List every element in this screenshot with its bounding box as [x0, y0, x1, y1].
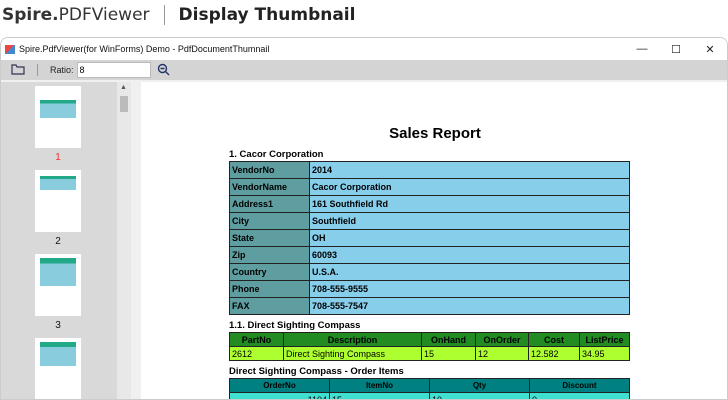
table-cell: Direct Sighting Compass	[283, 346, 422, 361]
table-cell: 1104	[229, 392, 330, 399]
thumbnail-page-2[interactable]	[35, 170, 81, 232]
app-icon	[5, 44, 15, 54]
field-value: 2014	[309, 161, 630, 179]
table-cell: 12	[475, 346, 529, 361]
maximize-button[interactable]: ☐	[659, 38, 693, 60]
section-heading: Direct Sighting Compass - Order Items	[229, 366, 404, 377]
table-cell: 15	[421, 346, 476, 361]
table-cell: 2612	[229, 346, 284, 361]
column-header: Cost	[528, 332, 580, 347]
table-cell: 0	[529, 392, 630, 399]
field-value: 708-555-7547	[309, 297, 630, 315]
document-view[interactable]: Sales Report 1. Cacor Corporation Vendor…	[141, 82, 727, 399]
toolbar: Ratio:	[1, 60, 727, 80]
thumbnail-page-1[interactable]	[35, 86, 81, 148]
thumbnail-page-4[interactable]	[35, 338, 81, 399]
ratio-label: Ratio:	[50, 65, 74, 75]
field-label: VendorName	[229, 178, 310, 196]
field-label: State	[229, 229, 310, 247]
order-items-table: OrderNo ItemNo Qty Discount 1104 15 10 0	[229, 378, 630, 399]
thumbnail-label: 1	[55, 152, 61, 163]
field-label: Phone	[229, 280, 310, 298]
report-title: Sales Report	[389, 125, 481, 142]
field-value: 708-555-9555	[309, 280, 630, 298]
field-label: Address1	[229, 195, 310, 213]
brand-logo: Spire.PDFViewer	[2, 5, 150, 25]
column-header: Description	[283, 332, 422, 347]
thumbnail-page-3[interactable]	[35, 254, 81, 316]
thumbnail-label: 2	[55, 236, 61, 247]
field-label: City	[229, 212, 310, 230]
table-row: Country U.S.A.	[229, 263, 630, 281]
column-header: ItemNo	[329, 378, 430, 393]
field-value: OH	[309, 229, 630, 247]
section-heading: 1. Cacor Corporation	[229, 149, 324, 160]
column-header: Discount	[529, 378, 630, 393]
column-header: OrderNo	[229, 378, 330, 393]
column-header: PartNo	[229, 332, 284, 347]
table-cell: 12.582	[528, 346, 580, 361]
table-row: State OH	[229, 229, 630, 247]
zoom-out-icon[interactable]	[157, 63, 170, 78]
close-button[interactable]: ✕	[693, 38, 727, 60]
column-header: Qty	[429, 378, 530, 393]
vendor-table: VendorNo 2014 VendorName Cacor Corporation A…	[229, 161, 630, 315]
table-row: City Southfield	[229, 212, 630, 230]
field-value: Cacor Corporation	[309, 178, 630, 196]
parts-table: PartNo Description OnHand OnOrder Cost ListPr…	[229, 332, 630, 361]
field-label: FAX	[229, 297, 310, 315]
table-row: VendorName Cacor Corporation	[229, 178, 630, 196]
open-folder-icon[interactable]	[11, 63, 25, 77]
page-header: Spire.PDFViewer Display Thumbnail	[0, 0, 355, 30]
field-value: Southfield	[309, 212, 630, 230]
field-value: 161 Southfield Rd	[309, 195, 630, 213]
window-title: Spire.PdfViewer(for WinForms) Demo - Pdf…	[19, 44, 270, 54]
field-label: Country	[229, 263, 310, 281]
field-value: 60093	[309, 246, 630, 264]
table-row: Phone 708-555-9555	[229, 280, 630, 298]
column-header: OnHand	[421, 332, 476, 347]
table-cell: 15	[329, 392, 430, 399]
table-row: FAX 708-555-7547	[229, 297, 630, 315]
page-title: Display Thumbnail	[178, 5, 356, 25]
scroll-up-icon[interactable]: ▲	[120, 84, 127, 91]
table-row: Address1 161 Southfield Rd	[229, 195, 630, 213]
column-header: ListPrice	[579, 332, 630, 347]
table-row: Zip 60093	[229, 246, 630, 264]
table-row: VendorNo 2014	[229, 161, 630, 179]
field-label: Zip	[229, 246, 310, 264]
title-bar: Spire.PdfViewer(for WinForms) Demo - Pdf…	[1, 38, 727, 60]
thumbnail-panel: 1 2 3 ▲	[1, 82, 131, 399]
minimize-button[interactable]: —	[625, 38, 659, 60]
table-cell: 34.95	[579, 346, 630, 361]
ratio-input[interactable]	[76, 62, 151, 78]
app-window: Spire.PdfViewer(for WinForms) Demo - Pdf…	[0, 37, 728, 400]
thumbnail-scrollbar[interactable]: ▲	[117, 82, 131, 399]
toolbar-divider	[37, 64, 38, 76]
field-label: VendorNo	[229, 161, 310, 179]
divider	[163, 5, 165, 25]
section-heading: 1.1. Direct Sighting Compass	[229, 320, 361, 331]
thumbnail-label: 3	[55, 320, 61, 331]
table-cell: 10	[429, 392, 530, 399]
field-value: U.S.A.	[309, 263, 630, 281]
column-header: OnOrder	[475, 332, 529, 347]
